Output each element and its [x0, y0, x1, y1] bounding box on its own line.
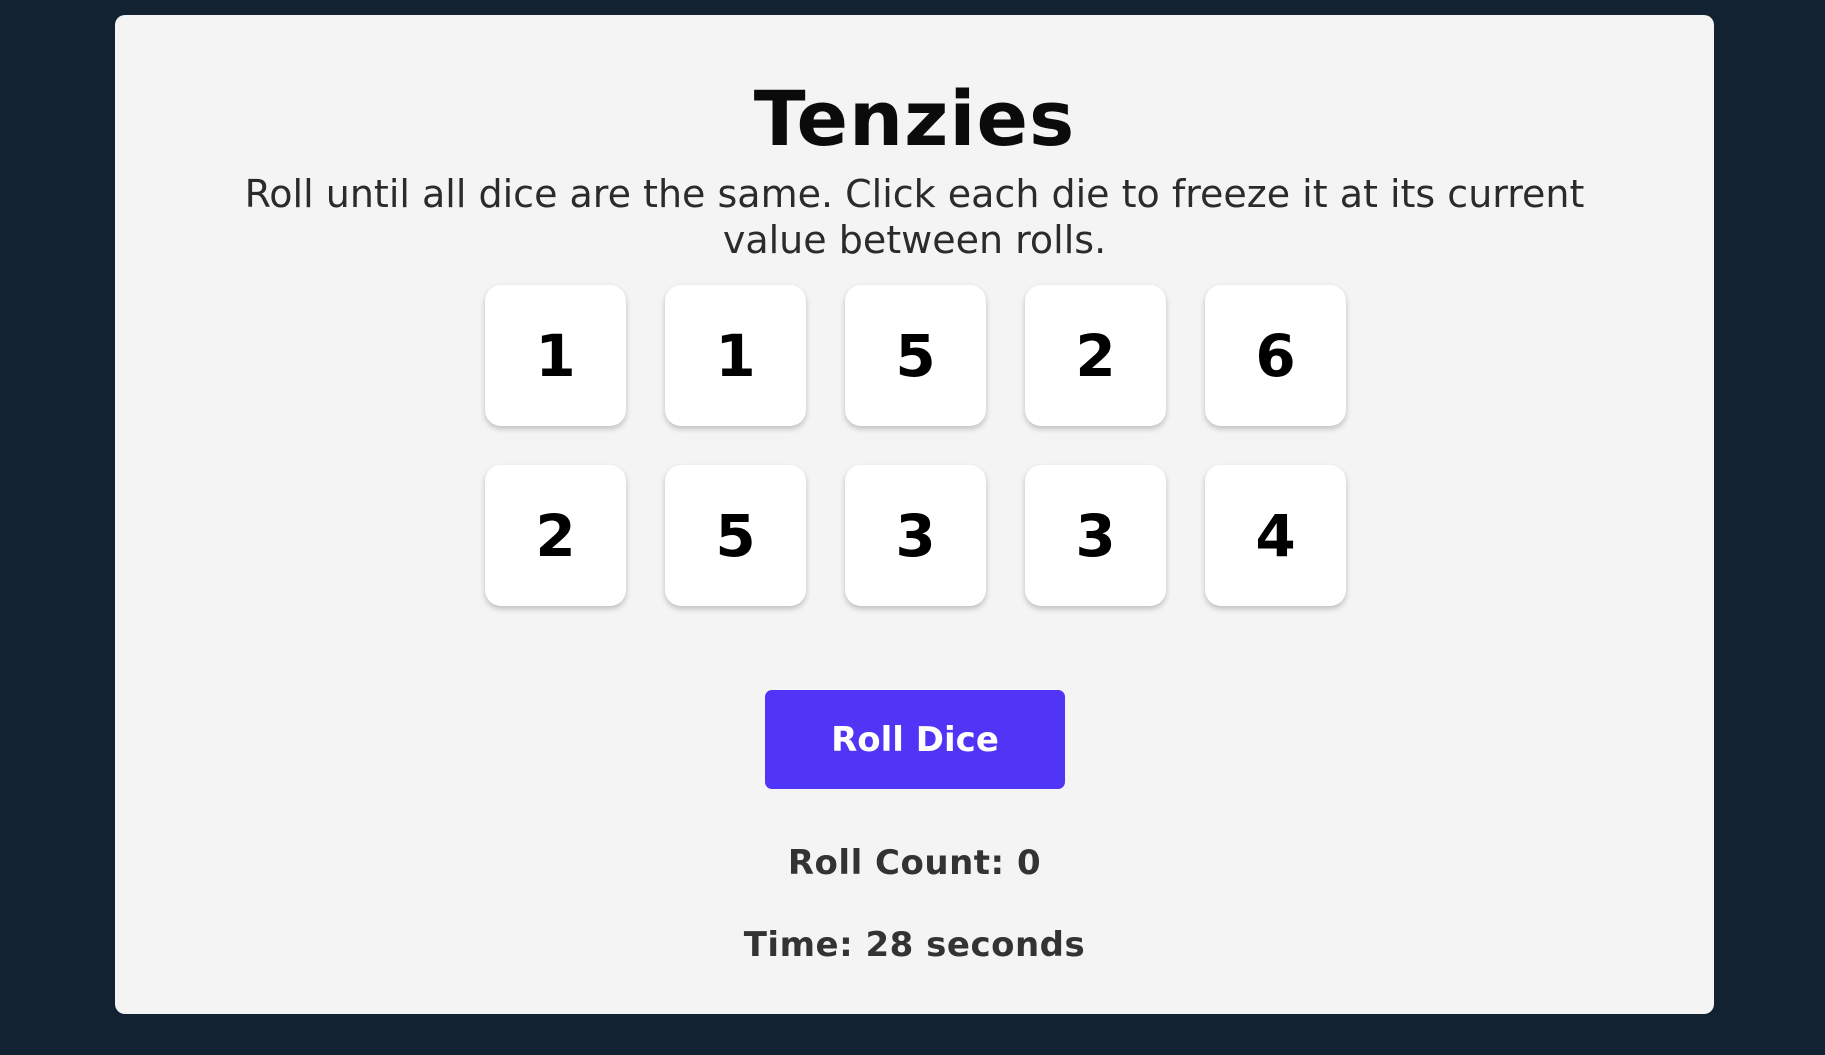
game-title: Tenzies: [753, 74, 1076, 163]
die[interactable]: 5: [845, 285, 986, 426]
game-panel: Tenzies Roll until all dice are the same…: [115, 15, 1714, 1014]
die[interactable]: 1: [665, 285, 806, 426]
die-value: 5: [895, 321, 936, 390]
die[interactable]: 5: [665, 465, 806, 606]
die-value: 3: [895, 501, 936, 570]
roll-dice-button[interactable]: Roll Dice: [765, 690, 1065, 789]
die-value: 5: [715, 501, 756, 570]
die-value: 3: [1075, 501, 1116, 570]
die-value: 4: [1255, 501, 1296, 570]
timer: Time: 28 seconds: [743, 925, 1086, 965]
die[interactable]: 3: [1025, 465, 1166, 606]
die-value: 2: [535, 501, 576, 570]
die[interactable]: 4: [1205, 465, 1346, 606]
die[interactable]: 2: [485, 465, 626, 606]
die[interactable]: 6: [1205, 285, 1346, 426]
die-value: 1: [535, 321, 576, 390]
die-value: 2: [1075, 321, 1116, 390]
die-value: 6: [1255, 321, 1296, 390]
roll-count: Roll Count: 0: [787, 843, 1042, 883]
game-instructions: Roll until all dice are the same. Click …: [244, 172, 1585, 262]
die[interactable]: 3: [845, 465, 986, 606]
die-value: 1: [715, 321, 756, 390]
dice-grid: 1 1 5 2 6 2 5 3 3 4: [485, 285, 1346, 606]
die[interactable]: 1: [485, 285, 626, 426]
die[interactable]: 2: [1025, 285, 1166, 426]
